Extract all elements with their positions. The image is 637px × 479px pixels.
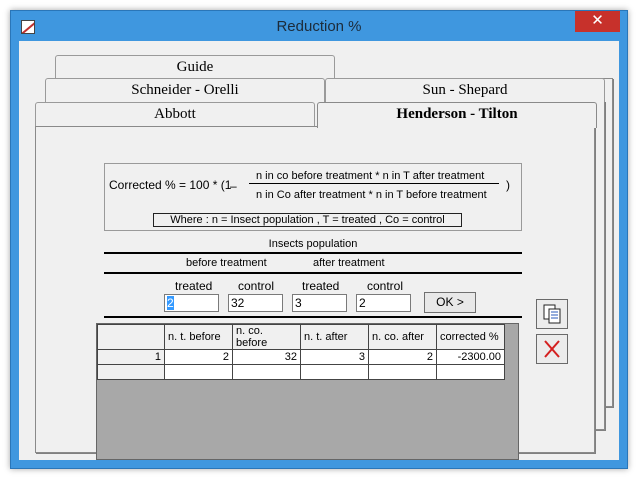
treated-before-label: treated bbox=[175, 279, 213, 293]
table-cell[interactable] bbox=[368, 364, 437, 380]
app-window: Reduction % ✕ Guide Schneider - Orelli S… bbox=[10, 10, 628, 469]
treated-after-input[interactable]: 3 bbox=[292, 294, 347, 312]
divider-top bbox=[104, 252, 522, 254]
table-row[interactable] bbox=[97, 364, 505, 380]
window-title: Reduction % bbox=[276, 18, 362, 35]
close-button[interactable]: ✕ bbox=[575, 11, 620, 32]
section-title: Insects population bbox=[268, 238, 358, 250]
formula-close: ) bbox=[506, 178, 510, 192]
divider-bottom bbox=[104, 316, 522, 318]
treated-before-input[interactable]: 2 bbox=[164, 294, 219, 312]
table-cell[interactable] bbox=[436, 364, 505, 380]
table-cell[interactable] bbox=[300, 364, 369, 380]
header-cell-index bbox=[97, 324, 165, 350]
ok-button[interactable]: OK > bbox=[424, 292, 476, 313]
table-cell[interactable]: 2 bbox=[164, 349, 233, 365]
before-treatment-label: before treatment bbox=[186, 257, 267, 269]
delete-icon bbox=[544, 340, 560, 358]
delete-button[interactable] bbox=[536, 334, 568, 364]
copy-icon bbox=[543, 304, 561, 324]
header-cell-corrected: corrected % bbox=[436, 324, 505, 350]
table-cell[interactable]: 32 bbox=[232, 349, 301, 365]
formula-lhs: Corrected % = 100 * (1 bbox=[109, 178, 232, 192]
table-cell[interactable]: 2 bbox=[368, 349, 437, 365]
tab-schneider-orelli[interactable]: Schneider - Orelli bbox=[45, 78, 325, 102]
formula-minus: – bbox=[230, 179, 237, 193]
control-before-input[interactable]: 32 bbox=[228, 294, 283, 312]
control-before-label: control bbox=[238, 279, 275, 293]
table-cell[interactable]: 3 bbox=[300, 349, 369, 365]
results-grid[interactable]: n. t. before n. co. before n. t. after n… bbox=[96, 323, 519, 460]
table-cell: 1 bbox=[97, 349, 165, 365]
tab-guide[interactable]: Guide bbox=[55, 55, 335, 79]
table-cell bbox=[97, 364, 165, 380]
control-after-input[interactable]: 2 bbox=[356, 294, 411, 312]
header-cell-nt-after: n. t. after bbox=[300, 324, 369, 350]
table-cell[interactable] bbox=[232, 364, 301, 380]
header-cell-nco-after: n. co. after bbox=[368, 324, 437, 350]
title-bar[interactable]: Reduction % ✕ bbox=[11, 11, 627, 41]
control-after-label: control bbox=[367, 279, 404, 293]
formula-numerator: n in co before treatment * n in T after … bbox=[256, 170, 485, 182]
treated-before-value: 2 bbox=[167, 296, 174, 310]
formula-denominator: n in Co after treatment * n in T before … bbox=[256, 189, 487, 201]
formula-fraction-bar bbox=[249, 183, 499, 184]
divider-middle bbox=[104, 272, 522, 274]
results-table: n. t. before n. co. before n. t. after n… bbox=[97, 324, 505, 380]
treated-after-label: treated bbox=[302, 279, 340, 293]
header-cell-nt-before: n. t. before bbox=[164, 324, 233, 350]
dialog-client-area: Guide Schneider - Orelli Sun - Shepard A… bbox=[19, 41, 619, 460]
after-treatment-label: after treatment bbox=[313, 257, 385, 269]
header-cell-nco-before: n. co. before bbox=[232, 324, 301, 350]
table-cell[interactable]: -2300.00 bbox=[436, 349, 505, 365]
tab-sun-shepard[interactable]: Sun - Shepard bbox=[325, 78, 605, 102]
table-row[interactable]: 1 2 32 3 2 -2300.00 bbox=[97, 349, 505, 365]
table-cell[interactable] bbox=[164, 364, 233, 380]
tab-henderson-tilton[interactable]: Henderson - Tilton bbox=[317, 102, 597, 128]
formula-legend: Where : n = Insect population , T = trea… bbox=[153, 213, 462, 227]
copy-button[interactable] bbox=[536, 299, 568, 329]
tab-abbott[interactable]: Abbott bbox=[35, 102, 315, 126]
table-header-row: n. t. before n. co. before n. t. after n… bbox=[97, 324, 505, 350]
